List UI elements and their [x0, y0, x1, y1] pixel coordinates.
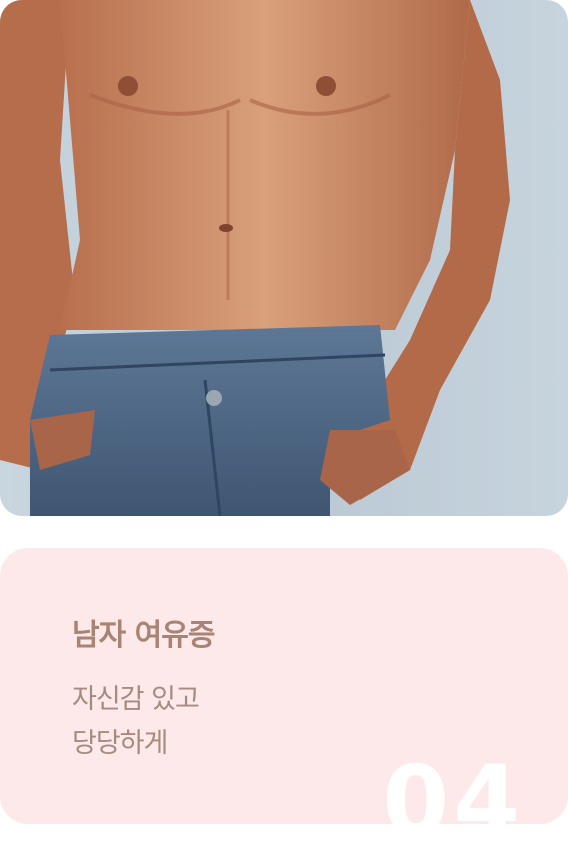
description-line-2: 당당하게: [72, 728, 168, 759]
card-number: 04: [382, 745, 524, 824]
description-line-1: 자신감 있고: [72, 684, 200, 715]
card-title: 남자 여유증: [72, 618, 215, 653]
card-description: 자신감 있고 당당하게: [72, 678, 432, 766]
torso-illustration: [0, 0, 510, 516]
torso-photo: [0, 0, 568, 516]
info-card[interactable]: 남자 여유증 자신감 있고 당당하게 04: [0, 548, 568, 824]
